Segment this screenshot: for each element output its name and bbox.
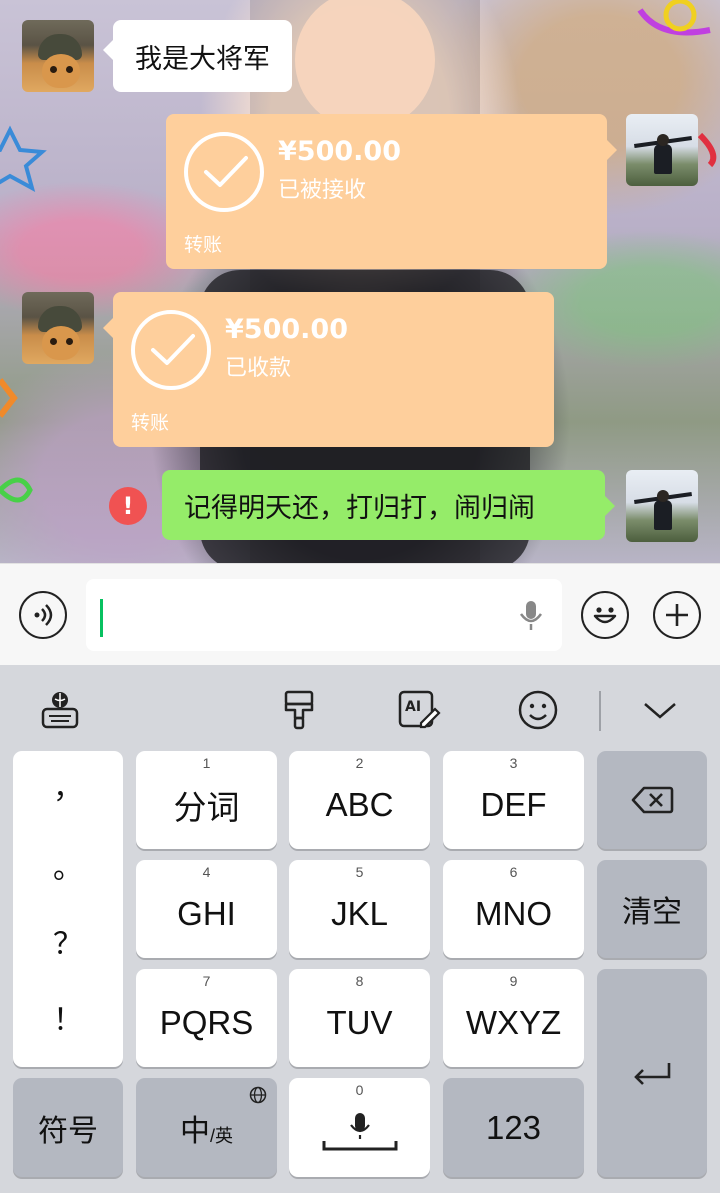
emoji-icon[interactable] — [581, 591, 629, 639]
key-number: 6 — [509, 864, 518, 880]
key-label: PQRS — [159, 1004, 254, 1041]
transfer-amount: ¥500.00 — [225, 314, 348, 345]
failed-mark: ! — [122, 492, 134, 520]
key-label: 符号 — [38, 1114, 98, 1148]
key-number: 2 — [355, 755, 364, 771]
check-circle-icon — [131, 310, 211, 390]
key-sublabel: /英 — [209, 1125, 233, 1146]
transfer-label: 转账 — [131, 412, 170, 434]
message-input[interactable] — [86, 579, 562, 651]
plus-icon[interactable] — [653, 591, 701, 639]
text-caret — [100, 599, 103, 637]
key-label: 分词 — [173, 789, 240, 826]
key-label: WXYZ — [465, 1004, 562, 1041]
collapse-chevron-icon[interactable] — [637, 687, 683, 733]
punctuation-column[interactable]: ， 。 ？ ！ — [13, 751, 123, 1067]
key-9[interactable]: 9 WXYZ — [443, 969, 584, 1067]
transfer-card[interactable]: ¥500.00 已被接收 转账 — [166, 114, 617, 269]
contact-avatar[interactable] — [22, 20, 94, 92]
sent-message-bubble[interactable]: 记得明天还，打归打，闹归闹 — [162, 470, 615, 540]
globe-icon — [249, 1086, 267, 1104]
punct-exclaim[interactable]: ！ — [13, 995, 123, 1039]
message-bubble[interactable]: 我是大将军 — [103, 20, 292, 92]
key-2[interactable]: 2 ABC — [289, 751, 430, 849]
voice-mode-icon[interactable] — [19, 591, 67, 639]
key-number: 0 — [355, 1082, 364, 1098]
brush-icon[interactable] — [276, 687, 322, 733]
key-number: 4 — [202, 864, 211, 880]
key-number: 7 — [202, 973, 211, 989]
punct-period[interactable]: 。 — [13, 843, 123, 887]
number-mode-key[interactable]: 123 — [443, 1078, 584, 1177]
keyboard-globe-icon[interactable] — [37, 687, 83, 733]
key-label: DEF — [480, 786, 547, 823]
transfer-status: 已被接收 — [278, 178, 367, 203]
ai-edit-icon[interactable]: AI — [396, 687, 442, 733]
key-label: JKL — [331, 895, 388, 932]
space-key[interactable]: 0 — [289, 1078, 430, 1177]
key-6[interactable]: 6 MNO — [443, 860, 584, 958]
key-label: TUV — [326, 1004, 393, 1041]
key-label: 清空 — [622, 896, 682, 929]
microphone-icon[interactable] — [518, 599, 544, 633]
backspace-icon — [631, 786, 674, 814]
message-text: 我是大将军 — [135, 43, 270, 75]
chat-area[interactable]: 我是大将军 ¥500.00 已被接收 转账 ¥500.00 已收款 转账 ! 记… — [0, 0, 720, 563]
key-8[interactable]: 8 TUV — [289, 969, 430, 1067]
key-label: 123 — [485, 1108, 542, 1146]
key-5[interactable]: 5 JKL — [289, 860, 430, 958]
key-number: 5 — [355, 864, 364, 880]
send-failed-icon[interactable]: ! — [109, 487, 147, 525]
key-number: 9 — [509, 973, 518, 989]
transfer-status: 已收款 — [225, 356, 292, 381]
language-switch-key[interactable]: 中 /英 — [136, 1078, 277, 1177]
check-circle-icon — [184, 132, 264, 212]
transfer-label: 转账 — [184, 234, 223, 256]
key-4[interactable]: 4 GHI — [136, 860, 277, 958]
enter-icon — [634, 1063, 671, 1085]
input-bar — [0, 563, 720, 665]
keyboard: AI ， 。 ？ ！ 1 分词 2 ABC 3 DEF 4 GHI 5 JKL … — [0, 665, 720, 1193]
key-1[interactable]: 1 分词 — [136, 751, 277, 849]
toolbar-divider — [599, 691, 601, 731]
emoji-icon[interactable] — [515, 687, 561, 733]
key-3[interactable]: 3 DEF — [443, 751, 584, 849]
transfer-amount: ¥500.00 — [278, 136, 401, 167]
message-text: 记得明天还，打归打，闹归闹 — [184, 492, 535, 524]
space-mic-icon — [322, 1112, 397, 1150]
transfer-card[interactable]: ¥500.00 已收款 转账 — [103, 292, 554, 447]
contact-avatar[interactable] — [22, 292, 94, 364]
backspace-key[interactable] — [597, 751, 707, 849]
key-7[interactable]: 7 PQRS — [136, 969, 277, 1067]
symbols-key[interactable]: 符号 — [13, 1078, 123, 1177]
enter-key[interactable] — [597, 969, 707, 1177]
my-avatar[interactable] — [626, 114, 698, 186]
key-label: 中 — [179, 1114, 210, 1148]
punct-question[interactable]: ？ — [13, 919, 123, 963]
svg-text:AI: AI — [405, 699, 421, 715]
clear-key[interactable]: 清空 — [597, 860, 707, 958]
keyboard-toolbar: AI — [0, 665, 720, 753]
key-label: GHI — [177, 895, 236, 932]
punct-comma[interactable]: ， — [13, 763, 123, 807]
my-avatar[interactable] — [626, 470, 698, 542]
key-label: ABC — [325, 786, 394, 823]
key-number: 8 — [355, 973, 364, 989]
key-number: 1 — [202, 755, 211, 771]
key-number: 3 — [509, 755, 518, 771]
key-label: MNO — [475, 895, 552, 932]
